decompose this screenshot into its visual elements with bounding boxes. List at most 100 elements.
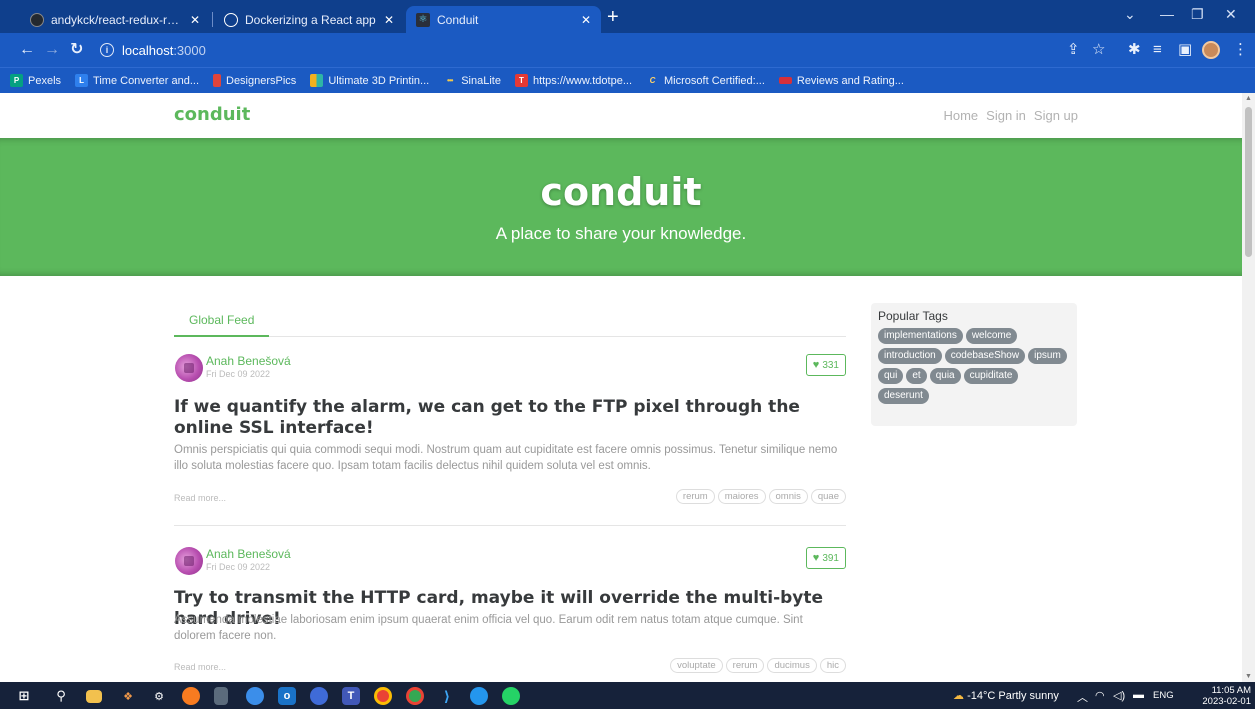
scroll-up-arrow-icon[interactable]: ▲ — [1245, 95, 1252, 102]
minimize-icon[interactable]: — — [1160, 6, 1174, 22]
bookmark-sinalite[interactable]: ••• SinaLite — [443, 74, 501, 87]
new-tab-icon[interactable]: + — [607, 7, 619, 27]
tag-pill[interactable]: ducimus — [767, 658, 817, 673]
popular-tag[interactable]: ipsum — [1028, 348, 1067, 364]
close-tab-icon[interactable]: ✕ — [190, 13, 200, 27]
tab-global-feed[interactable]: Global Feed — [174, 304, 270, 337]
brand-logo[interactable]: conduit — [174, 104, 250, 125]
firefox-icon[interactable] — [182, 687, 200, 705]
browser-tab-github[interactable]: andykck/react-redux-realworld- ✕ — [20, 6, 210, 33]
profile-avatar[interactable] — [1202, 41, 1220, 59]
calculator-icon[interactable] — [214, 687, 228, 705]
heart-icon: ♥ — [812, 552, 820, 564]
bookmark-pexels[interactable]: P Pexels — [10, 74, 61, 87]
tag-pill[interactable]: quae — [810, 489, 846, 504]
page-scrollbar[interactable]: ▲ ▼ — [1242, 93, 1255, 682]
wifi-icon[interactable]: ◠ — [1095, 689, 1105, 702]
popular-tag[interactable]: introduction — [878, 348, 942, 364]
popular-tag[interactable]: deserunt — [878, 388, 929, 404]
browser-menu-icon[interactable]: ⋮ — [1233, 41, 1248, 59]
browser-tab-dockerizing[interactable]: Dockerizing a React app ✕ — [214, 6, 404, 33]
popular-tag[interactable]: quia — [929, 368, 961, 384]
site-info-icon[interactable]: i — [100, 43, 114, 57]
maximize-icon[interactable]: ❐ — [1191, 6, 1204, 23]
read-more-link[interactable]: Read more... — [174, 493, 226, 503]
address-bar[interactable]: i localhost:3000 — [100, 39, 1140, 61]
tag-pill[interactable]: omnis — [768, 489, 808, 504]
author-avatar[interactable] — [175, 547, 203, 575]
share-icon[interactable]: ⇪ — [1067, 41, 1080, 59]
volume-icon[interactable]: ◁) — [1113, 689, 1125, 702]
system-clock[interactable]: 11:05 AM 2023-02-01 — [1195, 685, 1251, 707]
banner-title: conduit — [540, 170, 702, 214]
docker-icon[interactable] — [470, 687, 488, 705]
author-link[interactable]: Anah Benešová — [206, 354, 291, 368]
scroll-down-arrow-icon[interactable]: ▼ — [1245, 673, 1252, 680]
search-icon[interactable]: ⚲ — [52, 687, 70, 705]
nav-links: Home Sign in Sign up — [943, 108, 1078, 123]
weather-widget[interactable]: ☁ -14°C Partly sunny — [953, 689, 1059, 702]
author-link[interactable]: Anah Benešová — [206, 547, 291, 561]
read-more-link[interactable]: Read more... — [174, 662, 226, 672]
nav-signup-link[interactable]: Sign up — [1034, 108, 1078, 123]
reading-list-icon[interactable]: ≡ — [1153, 41, 1162, 59]
back-icon[interactable]: ← — [19, 40, 35, 60]
whatsapp-icon[interactable] — [502, 687, 520, 705]
tag-pill[interactable]: rerum — [725, 658, 765, 673]
popular-tags-sidebar: Popular Tags implementations welcome int… — [871, 303, 1077, 426]
file-explorer-icon[interactable] — [86, 690, 102, 703]
pexels-icon: P — [10, 74, 23, 87]
vscode-icon[interactable]: ⟩ — [438, 687, 456, 705]
popular-tag[interactable]: implementations — [878, 328, 963, 344]
article-title[interactable]: If we quantify the alarm, we can get to … — [174, 397, 846, 439]
scrollbar-thumb[interactable] — [1245, 107, 1252, 257]
close-tab-icon[interactable]: ✕ — [581, 13, 591, 27]
circle-favicon-icon — [224, 12, 238, 27]
popular-tag[interactable]: codebaseShow — [944, 348, 1026, 364]
tag-pill[interactable]: maiores — [717, 489, 766, 504]
tag-pill[interactable]: rerum — [675, 489, 715, 504]
settings-gear-icon[interactable]: ⚙ — [150, 687, 168, 705]
nav-home-link[interactable]: Home — [943, 108, 978, 123]
reviews-logo-icon — [778, 77, 792, 84]
time-converter-icon: L — [75, 74, 89, 87]
chrome-icon[interactable] — [374, 687, 392, 705]
popular-tag[interactable]: qui — [878, 368, 904, 384]
extensions-puzzle-icon[interactable]: ✱ — [1128, 41, 1141, 59]
popular-tag[interactable]: cupiditate — [963, 368, 1019, 384]
tab-search-chevron-icon[interactable]: ⌄ — [1124, 6, 1136, 23]
tray-chevron-icon[interactable]: ︿ — [1077, 689, 1088, 705]
close-tab-icon[interactable]: ✕ — [384, 13, 394, 27]
app-icon-blue[interactable] — [246, 687, 264, 705]
favorite-button[interactable]: ♥ 391 — [805, 547, 846, 569]
tdot-logo-icon: T — [514, 74, 528, 87]
bookmark-tdotperformance[interactable]: Thttps://www.tdotpe... — [514, 74, 632, 87]
nav-signin-link[interactable]: Sign in — [986, 108, 1026, 123]
app-icon-chat[interactable] — [310, 687, 328, 705]
bookmark-designerspics[interactable]: DesignersPics — [213, 74, 296, 87]
teams-icon[interactable]: T — [342, 687, 360, 705]
tag-pill[interactable]: hic — [819, 658, 846, 673]
tag-pill[interactable]: voluptate — [670, 658, 723, 673]
popular-tag[interactable]: et — [906, 368, 927, 384]
reload-icon[interactable]: ↻ — [70, 40, 83, 60]
bookmark-star-icon[interactable]: ☆ — [1092, 41, 1105, 59]
bookmark-microsoft-certified[interactable]: C Microsoft Certified:... — [646, 74, 765, 87]
bookmark-3d-printing[interactable]: Ultimate 3D Printin... — [310, 74, 429, 87]
browser-tab-conduit[interactable]: ⚛ Conduit ✕ — [406, 6, 601, 33]
popular-tag[interactable]: welcome — [965, 328, 1018, 344]
chrome-profile-icon[interactable] — [406, 687, 424, 705]
forward-icon[interactable]: → — [44, 40, 60, 60]
side-panel-icon[interactable]: ▣ — [1178, 41, 1192, 59]
bookmarks-bar: P Pexels L Time Converter and... Designers… — [0, 67, 1255, 93]
bookmark-time-converter[interactable]: L Time Converter and... — [75, 74, 199, 87]
bookmark-reviews[interactable]: Reviews and Rating... — [778, 75, 904, 87]
language-indicator[interactable]: ENG — [1153, 690, 1174, 701]
outlook-icon[interactable]: o — [278, 687, 296, 705]
battery-icon[interactable]: ▬ — [1133, 689, 1144, 701]
app-icon-figma[interactable]: ❖ — [119, 687, 137, 705]
author-avatar[interactable] — [175, 354, 203, 382]
windows-start-icon[interactable]: ⊞ — [15, 687, 33, 705]
favorite-button[interactable]: ♥ 331 — [805, 354, 846, 376]
close-window-icon[interactable]: ✕ — [1225, 6, 1237, 23]
